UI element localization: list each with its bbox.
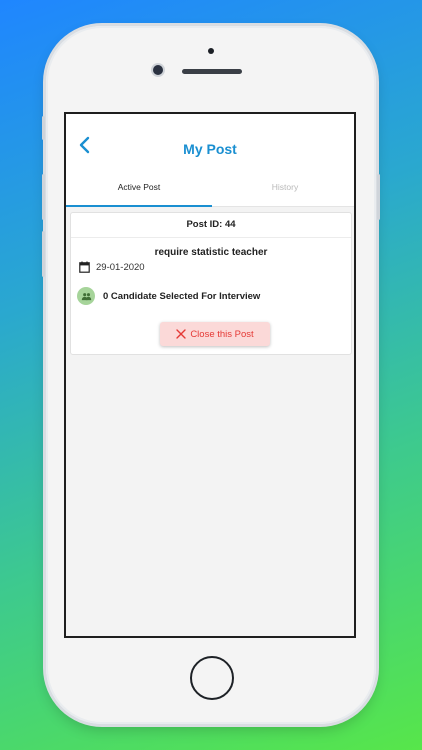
home-button[interactable] <box>190 656 234 700</box>
close-post-label: Close this Post <box>190 328 254 340</box>
close-post-button[interactable]: Close this Post <box>160 322 270 346</box>
post-date: 29-01-2020 <box>96 261 145 273</box>
people-icon <box>77 287 95 305</box>
tab-indicator <box>66 205 212 207</box>
post-id-label: Post ID: 44 <box>71 213 351 238</box>
post-date-row: 29-01-2020 <box>79 260 145 274</box>
tab-bar: Active Post History <box>66 176 354 207</box>
phone-frame: My Post Active Post History Post ID: 44 … <box>42 26 380 724</box>
mute-switch <box>42 116 45 140</box>
post-title: require statistic teacher <box>154 247 268 258</box>
candidates-selected-text: 0 Candidate Selected For Interview <box>103 290 261 302</box>
app-screen: My Post Active Post History Post ID: 44 … <box>64 112 356 638</box>
power-button <box>377 174 380 220</box>
proximity-sensor <box>208 48 214 54</box>
tab-active-post[interactable]: Active Post <box>66 176 212 206</box>
front-camera <box>153 65 163 75</box>
earpiece-speaker <box>182 69 242 74</box>
post-card: Post ID: 44 require statistic teacher 29… <box>70 212 352 355</box>
page-title: My Post <box>183 141 237 157</box>
volume-up-button <box>42 174 45 220</box>
candidates-row: 0 Candidate Selected For Interview <box>77 287 260 305</box>
volume-down-button <box>42 231 45 277</box>
calendar-icon <box>79 261 90 273</box>
close-icon <box>176 329 187 339</box>
app-header: My Post <box>66 114 354 176</box>
tab-history[interactable]: History <box>212 176 354 206</box>
